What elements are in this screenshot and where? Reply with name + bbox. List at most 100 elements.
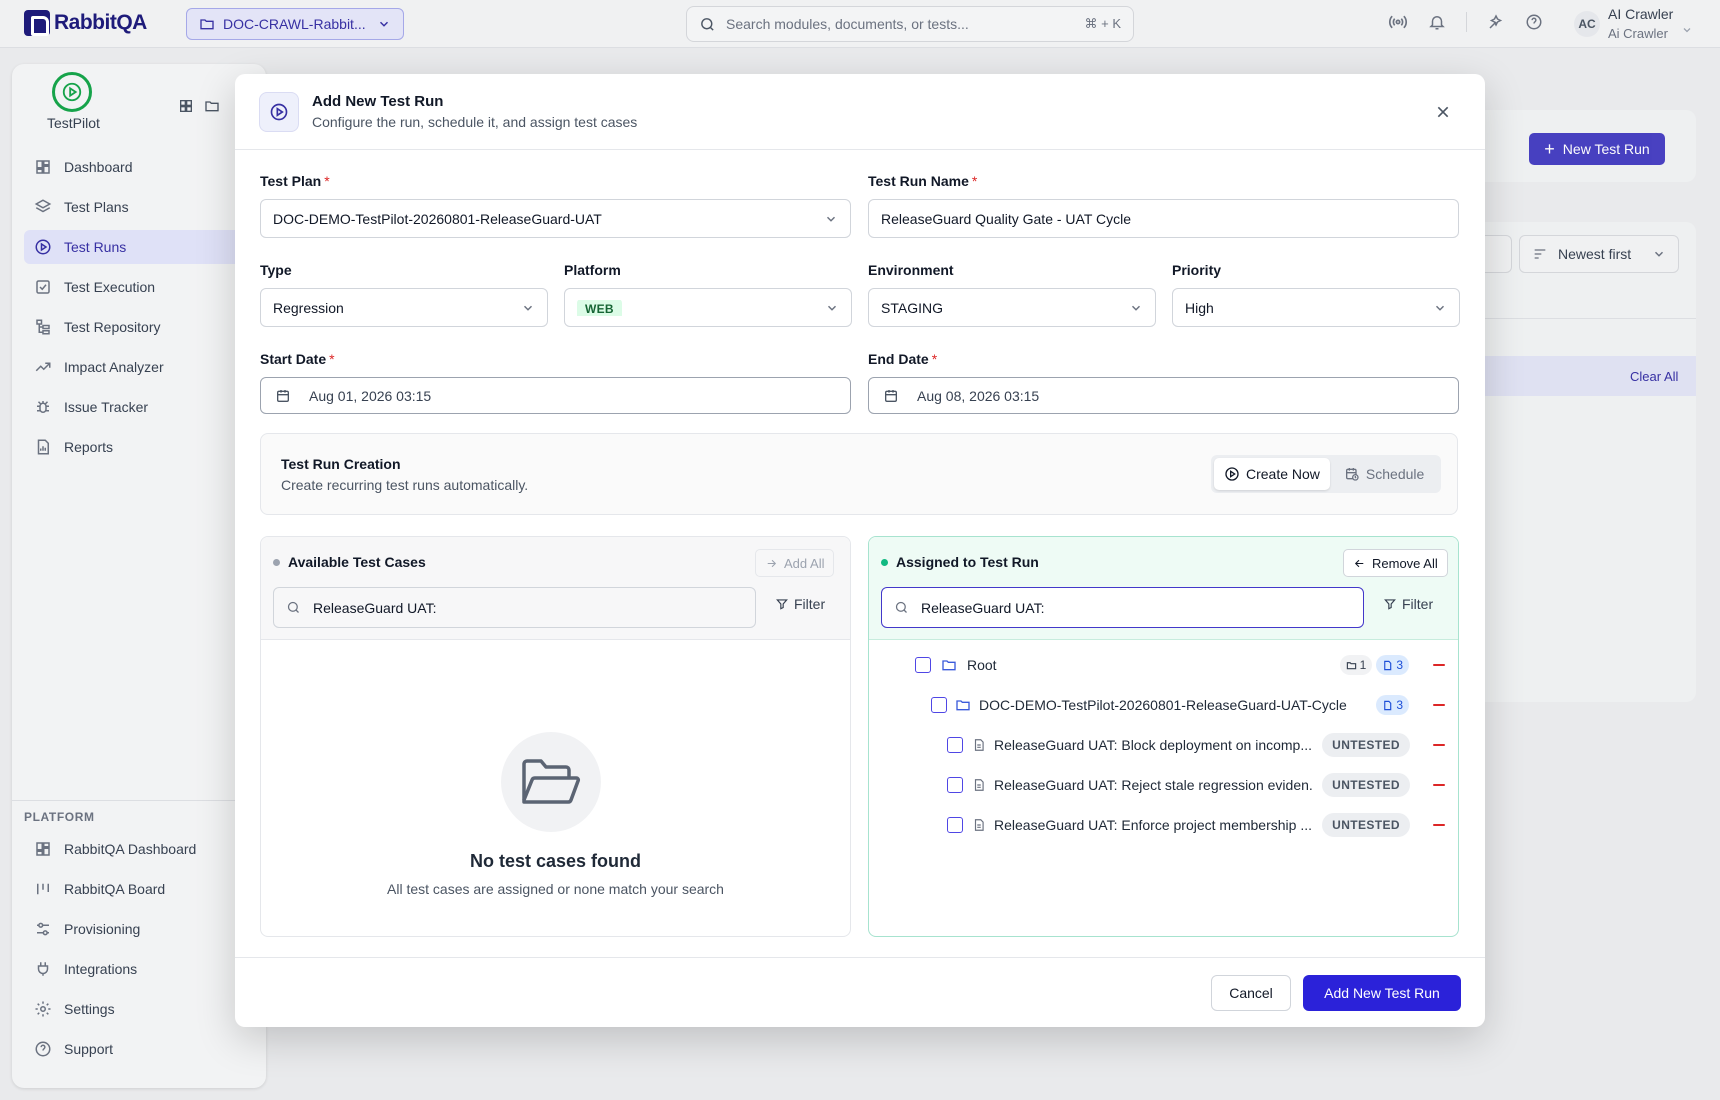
available-panel-title: Available Test Cases [273,554,426,570]
status-dot [273,558,280,566]
environment-select[interactable]: STAGING [868,288,1156,327]
empty-title: No test cases found [469,851,642,871]
platform-web-tag: WEB [577,299,622,316]
priority-select[interactable]: High [1172,288,1460,327]
test-case-row[interactable]: ReleaseGuard UAT: Block deployment on in… [947,730,1445,760]
status-badge: UNTESTED [1322,813,1410,837]
minus-icon [1433,784,1445,786]
empty-state: No test cases found All test cases are a… [261,640,850,936]
test-case-row[interactable]: ReleaseGuard UAT: Enforce project member… [947,810,1445,840]
add-new-test-run-button[interactable]: Add New Test Run [1303,975,1461,1011]
remove-folder-button[interactable] [1433,704,1445,706]
test-case-checkbox[interactable] [947,777,963,793]
run-name-input[interactable]: ReleaseGuard Quality Gate - UAT Cycle [868,199,1459,238]
end-date-picker[interactable]: Aug 08, 2026 03:15 [868,377,1459,414]
calendar-icon [885,389,897,402]
start-date-value: Aug 01, 2026 03:15 [309,387,432,404]
folder-icon [956,700,970,711]
play-circle-icon [1225,467,1239,481]
create-now-button[interactable]: Create Now [1214,458,1330,490]
creation-mode-toggle: Create Now Schedule [1211,455,1441,493]
modal-subtitle: Configure the run, schedule it, and assi… [312,114,638,130]
search-icon [287,601,299,613]
schedule-label: Schedule [1365,466,1425,482]
assigned-filter-button[interactable]: Filter [1383,596,1433,612]
test-plan-label: Test Plan * [260,173,330,189]
add-test-run-modal: Add New Test Run Configure the run, sche… [235,74,1485,1027]
end-date-value: Aug 08, 2026 03:15 [917,387,1040,404]
remove-test-case-button[interactable] [1433,824,1445,826]
arrow-left-icon [1354,559,1364,567]
case-count-badge: 3 [1376,695,1409,715]
run-name-value: ReleaseGuard Quality Gate - UAT Cycle [881,210,1132,227]
folder-icon [1346,661,1356,669]
add-all-button[interactable]: Add All [755,549,835,577]
folder-checkbox[interactable] [931,697,947,713]
empty-subtitle: All test cases are assigned or none matc… [387,881,724,897]
minus-icon [1433,704,1445,706]
test-case-title: ReleaseGuard UAT: Enforce project member… [994,817,1312,833]
available-search-input[interactable]: ReleaseGuard UAT: [273,587,756,628]
close-icon[interactable] [1431,100,1455,124]
type-label: Type [260,262,292,278]
schedule-button[interactable]: Schedule [1334,458,1434,490]
folder-open-icon [501,732,601,832]
cancel-button[interactable]: Cancel [1211,975,1291,1011]
assigned-test-cases-panel: Assigned to Test Run Remove All ReleaseG… [868,536,1459,937]
environment-value: STAGING [881,299,943,316]
remove-test-case-button[interactable] [1433,784,1445,786]
end-date-label: End Date * [868,351,938,367]
root-checkbox[interactable] [915,657,931,673]
available-filter-button[interactable]: Filter [775,596,825,612]
modal-footer: Cancel Add New Test Run [235,957,1485,1027]
test-plan-select[interactable]: DOC-DEMO-TestPilot-20260801-ReleaseGuard… [260,199,851,238]
remove-test-case-button[interactable] [1433,744,1445,746]
test-plan-value: DOC-DEMO-TestPilot-20260801-ReleaseGuard… [273,210,602,227]
assigned-panel-title: Assigned to Test Run [881,554,1039,570]
calendar-icon [277,389,289,402]
minus-icon [1433,744,1445,746]
play-circle-icon [259,92,299,132]
test-case-checkbox[interactable] [947,817,963,833]
folder-label: DOC-DEMO-TestPilot-20260801-ReleaseGuard… [979,697,1347,713]
test-case-title: ReleaseGuard UAT: Block deployment on in… [994,737,1312,753]
root-label: Root [967,657,997,673]
minus-icon [1433,824,1445,826]
document-icon [1384,700,1392,710]
chevron-down-icon [523,305,533,311]
test-case-row[interactable]: ReleaseGuard UAT: Reject stale regressio… [947,770,1445,800]
minus-icon [1433,664,1445,666]
platform-select[interactable]: WEB [564,288,852,327]
remove-all-button[interactable]: Remove All [1343,549,1448,577]
modal-header: Add New Test Run Configure the run, sche… [235,74,1485,150]
filter-icon [1384,599,1396,610]
available-test-cases-panel: Available Test Cases Add All ReleaseGuar… [260,536,851,937]
add-all-label: Add All [784,555,825,571]
create-now-label: Create Now [1246,466,1320,482]
assigned-search-value: ReleaseGuard UAT: [921,599,1045,616]
remove-all-label: Remove All [1372,555,1438,571]
test-case-checkbox[interactable] [947,737,963,753]
remove-root-button[interactable] [1433,664,1445,666]
filter-label: Filter [794,596,826,612]
chevron-down-icon [1435,305,1445,311]
status-badge: UNTESTED [1322,733,1410,757]
assigned-search-input[interactable]: ReleaseGuard UAT: [881,587,1364,628]
priority-value: High [1185,299,1214,316]
environment-label: Environment [868,262,954,278]
tree-row-root[interactable]: Root 1 3 [915,650,1445,680]
test-run-creation-card: Test Run Creation Create recurring test … [260,433,1458,515]
run-name-label: Test Run Name * [868,173,978,189]
available-search-value: ReleaseGuard UAT: [313,599,437,616]
tree-row-folder[interactable]: DOC-DEMO-TestPilot-20260801-ReleaseGuard… [931,690,1445,720]
case-count-badge: 3 [1376,655,1409,675]
folder-icon [942,660,956,671]
calendar-clock-icon [1345,468,1359,481]
start-date-picker[interactable]: Aug 01, 2026 03:15 [260,377,851,414]
type-select[interactable]: Regression [260,288,548,327]
platform-label: Platform [564,262,621,278]
folder-count-badge: 1 [1339,655,1373,675]
modal-title: Add New Test Run [312,93,444,110]
document-icon [1384,660,1392,670]
chevron-down-icon [827,305,837,311]
